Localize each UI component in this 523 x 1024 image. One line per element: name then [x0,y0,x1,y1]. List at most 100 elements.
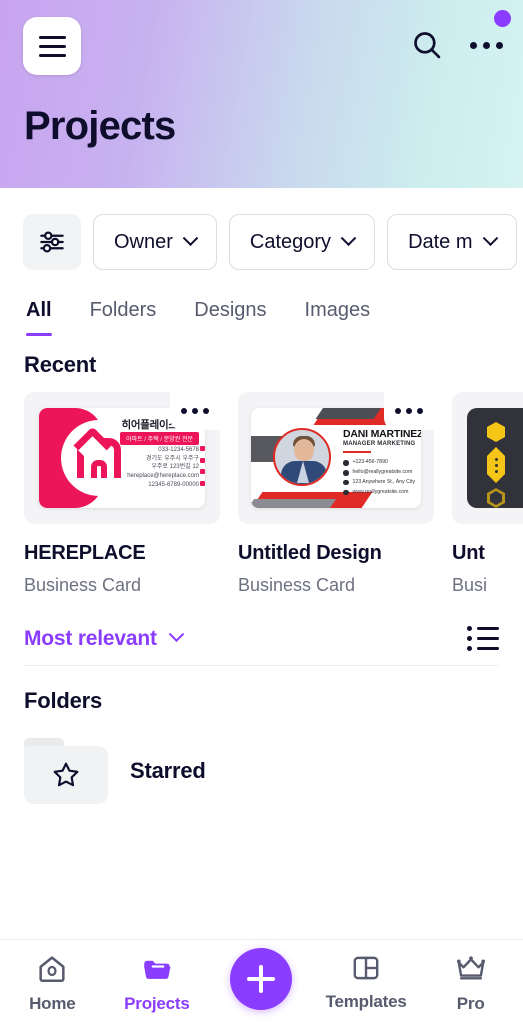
folder-icon [144,960,171,979]
design-card-more-button[interactable] [384,392,434,430]
filter-sliders-button[interactable] [23,214,81,270]
folder-item-starred[interactable]: Starred [0,714,523,804]
content-type-tabs: All Folders Designs Images [0,272,523,336]
mail-icon [343,470,349,476]
design-thumbnail[interactable]: DANI MARTINEZ MANAGER MARKETING +123-456… [238,392,434,524]
design-thumbnail[interactable]: 히어플레이스 사누 아파트 / 주택 / 분양권 전문 033-1234-567… [24,392,220,524]
tab-designs-label: Designs [194,299,267,321]
location-icon [200,457,205,463]
home-icon [39,956,65,983]
projects-screen: Projects Owner Category Date m All Folde… [0,0,523,1024]
phone-icon [200,446,205,451]
create-design-button[interactable] [211,948,311,1014]
create-fab[interactable] [230,948,293,1010]
hexagon-badge-icon [487,422,505,442]
business-card-art-dark-yellow [467,408,523,508]
design-card-subtitle: Busi [452,575,488,595]
design-card-subtitle: Business Card [238,575,356,595]
nav-item-projects[interactable]: Projects [107,952,207,1014]
card-email: hello@reallygreatsite.com [352,468,413,475]
sort-label: Most relevant [24,626,157,650]
mail-icon [200,469,205,474]
filter-chip-date-modified[interactable]: Date m [387,214,517,270]
folders-heading: Folders [24,688,103,713]
list-view-icon [467,626,499,631]
card-phone: +123-456-7890 [352,459,388,465]
chevron-down-icon [168,626,185,643]
filter-chip-category[interactable]: Category [228,214,376,270]
folder-thumbnail [24,738,108,804]
globe-icon [343,489,349,496]
nav-item-home[interactable]: Home [2,952,102,1014]
person-icon [200,480,205,486]
notification-dot[interactable] [494,10,511,27]
phone-icon [343,460,349,466]
card-address-1: 경기도 우주시 우주구 [145,455,199,462]
location-icon [343,479,349,486]
hamburger-menu-button[interactable] [23,17,81,75]
more-horizontal-icon [470,41,503,49]
filter-row: Owner Category Date m [0,188,523,272]
filter-sliders-icon [40,231,64,253]
sort-dropdown[interactable]: Most relevant [24,626,185,651]
bottom-navigation: Home Projects Templates Pro [0,939,523,1024]
nav-item-pro[interactable]: Pro [421,952,521,1014]
design-card-title: Unt [452,542,485,564]
chevron-down-icon [340,229,357,246]
filter-chip-date-modified-label: Date m [408,230,473,253]
nav-item-templates-label: Templates [325,992,407,1011]
more-horizontal-icon [181,408,187,414]
card-tagline: 아파트 / 주택 / 분양권 전문 [120,432,199,445]
nav-item-templates[interactable]: Templates [316,952,416,1012]
nav-item-home-label: Home [29,994,76,1013]
filter-chip-owner-label: Owner [114,230,173,253]
view-toggle-button[interactable] [467,626,499,651]
sort-row: Most relevant [24,626,499,666]
hexagon-badge-icon [487,447,505,483]
header-actions [410,28,503,62]
recent-heading: Recent [24,352,97,377]
card-person-role: MANAGER MARKETING [343,441,416,447]
more-horizontal-icon [395,408,401,414]
card-email: hereplace@hereplace.com [127,473,199,480]
page-title: Projects [24,104,176,148]
tab-images[interactable]: Images [305,299,371,336]
card-reg-number: 12345-6789-00000 [148,481,199,488]
star-icon [53,762,79,787]
design-card-more-button[interactable] [170,392,220,430]
more-options-button[interactable] [470,41,503,49]
design-card-title: Untitled Design [238,542,382,564]
design-card-untitled-partial[interactable]: Unt Busi [452,392,523,596]
card-phone: 033-1234-5678 [158,447,199,453]
tab-all-label: All [26,299,52,321]
nav-item-projects-label: Projects [124,994,190,1013]
app-header: Projects [0,0,523,188]
card-address-2: 우주로 123번길 12 [151,464,199,471]
nav-item-pro-label: Pro [456,994,485,1013]
tab-designs[interactable]: Designs [194,299,266,336]
templates-grid-icon [353,956,379,980]
avatar [273,428,331,486]
filter-chip-owner[interactable]: Owner [93,214,217,270]
hexagon-badge-icon [487,488,505,508]
tab-all[interactable]: All [26,299,52,336]
hamburger-menu-icon [38,35,66,39]
chevron-down-icon [182,229,199,246]
crown-icon [456,956,485,980]
search-icon [414,32,441,59]
design-card-title: HEREPLACE [24,542,146,564]
search-button[interactable] [410,28,444,62]
tab-folders-label: Folders [89,299,157,321]
design-card-hereplace[interactable]: 히어플레이스 사누 아파트 / 주택 / 분양권 전문 033-1234-567… [24,392,220,596]
design-card-untitled-design[interactable]: DANI MARTINEZ MANAGER MARKETING +123-456… [238,392,434,596]
folder-name: Starred [130,758,206,783]
tab-folders[interactable]: Folders [90,299,157,336]
card-address: 123 Anywhere St., Any City [352,478,416,485]
card-website: www.reallygreatsite.com [352,488,409,495]
tab-images-label: Images [304,299,371,321]
chevron-down-icon [482,229,498,246]
design-thumbnail[interactable] [452,392,523,524]
recent-cards-list: 히어플레이스 사누 아파트 / 주택 / 분양권 전문 033-1234-567… [0,378,523,596]
filter-chip-category-label: Category [249,230,332,253]
design-card-subtitle: Business Card [24,575,142,595]
